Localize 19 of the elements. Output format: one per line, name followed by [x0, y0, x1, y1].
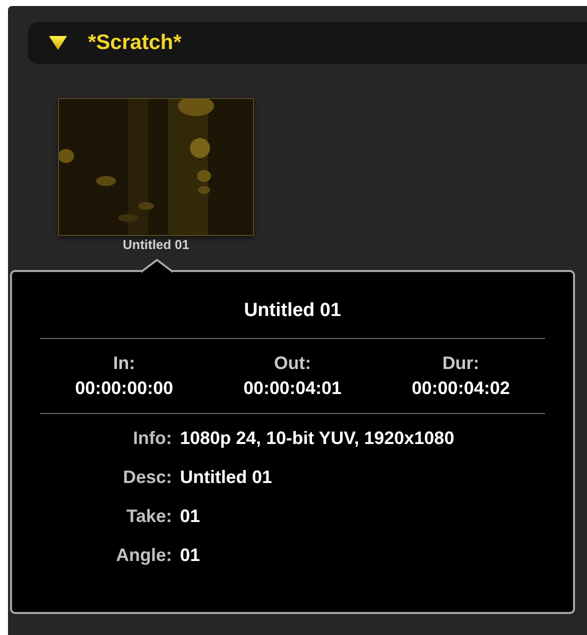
detail-value: 01	[180, 545, 202, 566]
timecode-label: Out:	[274, 353, 311, 374]
detail-label: Info:	[132, 428, 172, 449]
popover-title: Untitled 01	[242, 300, 342, 322]
timecode-value: 00:00:00:00	[75, 378, 174, 399]
disclosure-triangle-icon[interactable]	[48, 35, 68, 51]
detail-label: Desc:	[122, 467, 172, 488]
timecode-label: Dur:	[442, 353, 480, 374]
detail-value: 01	[180, 506, 202, 527]
bin-header[interactable]: *Scratch*	[28, 22, 587, 64]
detail-value: 1080p 24, 10-bit YUV, 1920x1080	[180, 428, 456, 449]
bin-title: *Scratch*	[88, 31, 182, 55]
timecode-label: In:	[113, 353, 136, 374]
detail-label: Take:	[125, 506, 172, 527]
timecode-value: 00:00:04:01	[243, 378, 342, 399]
clip-name: Untitled 01	[122, 237, 190, 252]
timecode-value: 00:00:04:02	[412, 378, 510, 399]
detail-value: Untitled 01	[180, 467, 274, 488]
detail-label: Angle:	[115, 545, 172, 566]
